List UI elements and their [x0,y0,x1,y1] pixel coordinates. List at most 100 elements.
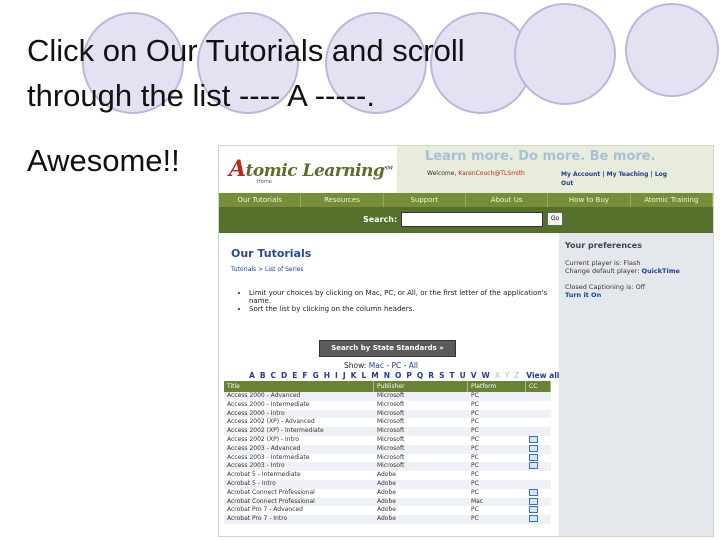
nav-about-us[interactable]: About Us [466,193,549,207]
filter-mac[interactable]: Mac [369,361,384,370]
account-links-line-1[interactable]: My Account | My Teaching | Log [561,171,667,178]
search-label: Search: [363,215,398,224]
row-title[interactable]: Access 2002 (XP) - Advanced [224,418,374,427]
table-row[interactable]: Access 2000 - Intermediate Microsoft PC [224,401,551,410]
closed-caption-icon [529,515,538,523]
go-button[interactable]: Go [547,212,563,226]
table-row[interactable]: Acrobat Pro 7 - Intro Adobe PC [224,515,551,524]
instruction-item: Limit your choices by clicking on Mac, P… [249,289,559,305]
row-title[interactable]: Access 2002 (XP) - Intermediate [224,427,374,436]
table-row[interactable]: Access 2003 - Advanced Microsoft PC [224,444,551,454]
welcome-label: Welcome, [427,170,457,177]
breadcrumb[interactable]: Tutorials > List of Series [231,266,304,273]
row-cc [526,435,551,445]
col-platform[interactable]: Platform [468,381,526,392]
closed-caption-icon [529,453,538,461]
row-platform: PC [471,462,479,470]
logo-sm: SM [384,165,393,172]
alphabet-filter: A B C D E F G H I J K L M N O P Q R S T … [249,371,559,380]
row-publisher: Microsoft [377,453,405,461]
row-cc [526,392,551,401]
cc-toggle-link[interactable]: Turn it On [565,291,601,299]
table-row[interactable]: Acrobat Pro 7 - Advanced Adobe PC [224,506,551,515]
row-title[interactable]: Access 2000 - Intro [224,410,374,419]
row-title[interactable]: Access 2003 - Advanced [224,445,374,454]
preferences-heading: Your preferences [565,241,642,250]
row-publisher: Adobe [377,515,396,523]
letters-active[interactable]: A B C D E F G H I J K L M N O P Q R S T … [249,371,491,380]
slide-line-1: Click on Our Tutorials and scroll [27,33,465,68]
circle-5 [514,3,616,105]
nav-resources[interactable]: Resources [301,193,384,207]
row-platform: PC [471,418,479,426]
row-platform: PC [471,400,479,408]
closed-caption-icon [529,444,538,452]
row-platform: Mac [471,497,484,505]
tutorials-table: Title Publisher Platform CC Access 2000 … [224,381,551,524]
row-title[interactable]: Acrobat 5 - Intro [224,480,374,489]
row-platform: PC [471,409,479,417]
site-logo[interactable]: Atomic LearningSM [229,156,393,182]
instruction-item: Sort the list by clicking on the column … [249,305,559,313]
slide-line-2: through the list ---- A -----. [27,78,375,113]
closed-caption-icon [529,506,538,514]
site-header: Atomic LearningSM Home Learn more. Do mo… [219,146,713,193]
table-row[interactable]: Acrobat 5 - Intermediate Adobe PC [224,471,551,480]
col-cc[interactable]: CC [526,381,551,392]
nav-how-to-buy[interactable]: How to Buy [548,193,631,207]
logo-home-link[interactable]: Home [257,179,272,185]
row-title[interactable]: Acrobat 5 - Intermediate [224,471,374,480]
row-title[interactable]: Access 2000 - Intermediate [224,401,374,410]
letters-disabled: X Y Z [494,371,521,380]
row-platform: PC [471,427,479,435]
filter-all[interactable]: All [409,361,418,370]
nav-our-tutorials[interactable]: Our Tutorials [219,193,302,207]
row-publisher: Microsoft [377,435,405,443]
nav-support[interactable]: Support [384,193,466,207]
nav-atomic-training[interactable]: Atomic Training [631,193,713,207]
table-row[interactable]: Acrobat Connect Professional Adobe PC [224,488,551,498]
table-row[interactable]: Access 2003 - Intermediate Microsoft PC [224,453,551,463]
row-title[interactable]: Acrobat Connect Professional [224,498,374,507]
row-platform: PC [471,488,479,496]
row-title[interactable]: Acrobat Connect Professional [224,489,374,498]
table-row[interactable]: Access 2003 - Intro Microsoft PC [224,462,551,472]
table-row[interactable]: Acrobat Connect Professional Adobe Mac [224,497,551,507]
table-row[interactable]: Access 2002 (XP) - Intro Microsoft PC [224,435,551,445]
account-links[interactable]: My Account | My Teaching | Log Out [561,170,667,188]
row-publisher: Microsoft [377,409,405,417]
row-title[interactable]: Access 2003 - Intermediate [224,454,374,463]
closed-caption-icon [529,435,538,443]
filter-pc[interactable]: PC [391,361,401,370]
search-standards-button[interactable]: Search by State Standards » [319,340,456,357]
row-cc [526,418,551,427]
row-cc [526,515,551,524]
row-cc [526,410,551,419]
account-links-line-2[interactable]: Out [561,180,573,187]
row-title[interactable]: Access 2002 (XP) - Intro [224,436,374,445]
quicktime-link[interactable]: QuickTime [641,267,679,275]
welcome-text: Welcome, KarenCouch@TLSmith [427,170,525,177]
row-title[interactable]: Acrobat Pro 7 - Advanced [224,506,374,515]
table-row[interactable]: Access 2002 (XP) - Intermediate Microsoft… [224,427,551,436]
table-row[interactable]: Acrobat 5 - Intro Adobe PC [224,479,551,489]
tagline: Learn more. Do more. Be more. [425,149,656,164]
row-publisher: Adobe [377,479,396,487]
embedded-screenshot: Atomic LearningSM Home Learn more. Do mo… [218,145,714,537]
table-row[interactable]: Access 2000 - Intro Microsoft PC [224,409,551,419]
table-row[interactable]: Access 2002 (XP) - Advanced Microsoft PC [224,418,551,427]
row-title[interactable]: Access 2000 - Advanced [224,392,374,401]
row-cc [526,462,551,471]
closed-caption-icon [529,497,538,505]
table-row[interactable]: Access 2000 - Advanced Microsoft PC [224,392,551,401]
row-title[interactable]: Access 2003 - Intro [224,462,374,471]
row-platform: PC [471,444,479,452]
col-publisher[interactable]: Publisher [374,381,468,392]
row-platform: PC [471,392,479,399]
view-all-link[interactable]: View all [526,371,559,380]
row-title[interactable]: Acrobat Pro 7 - Intro [224,515,374,524]
col-title[interactable]: Title [224,381,374,392]
page-title: Our Tutorials [231,247,312,260]
player-change-label: Change default player: [565,267,640,275]
search-input[interactable] [401,212,543,227]
